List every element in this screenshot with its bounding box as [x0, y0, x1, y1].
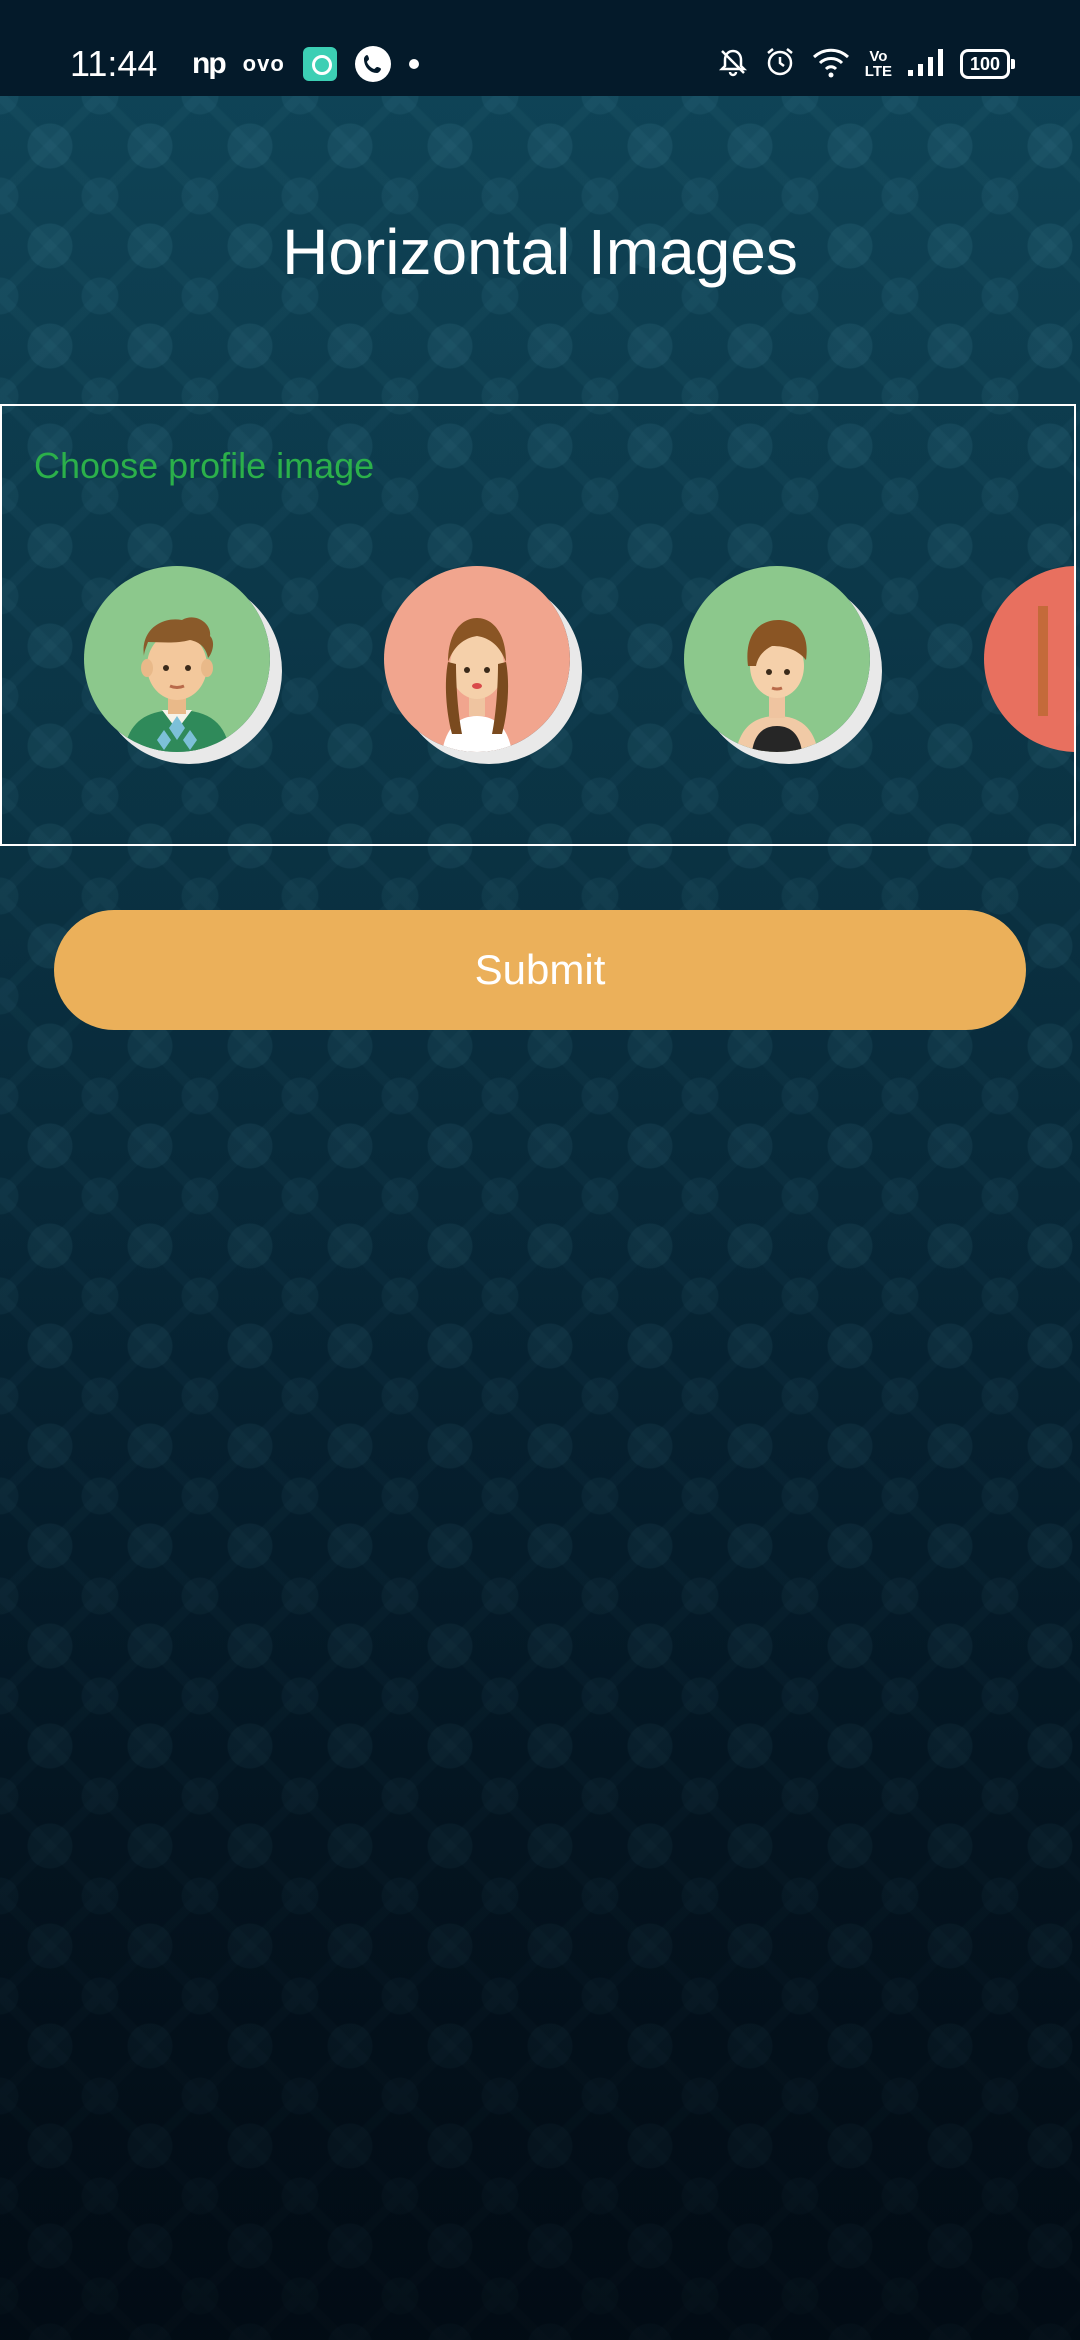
battery-icon: 100	[960, 49, 1015, 79]
silent-bell-icon	[717, 46, 749, 83]
avatar-man-sweater[interactable]	[84, 566, 270, 752]
avatar-woman-shorthair[interactable]	[684, 566, 870, 752]
volte-icon: Vo LTE	[864, 48, 892, 80]
status-time: 11:44	[70, 43, 158, 84]
np-icon: np	[192, 47, 227, 80]
avatar-partial[interactable]	[984, 566, 1074, 752]
status-system-icons: Vo LTE 100	[717, 44, 1015, 84]
status-notification-icons: np ovo	[192, 44, 419, 84]
avatar-woman-braids[interactable]	[384, 566, 570, 752]
phone-call-icon	[354, 46, 391, 82]
picker-label: Choose profile image	[34, 445, 375, 486]
ovo-icon: ovo	[242, 51, 285, 76]
notification-dot-icon	[408, 59, 419, 69]
signal-icon	[906, 46, 946, 83]
alarm-icon	[763, 45, 797, 84]
profile-image-picker[interactable]: Choose profile image	[0, 404, 1076, 846]
wifi-icon	[811, 45, 851, 84]
page-title: Horizontal Images	[282, 216, 798, 288]
chat-app-icon	[302, 47, 337, 81]
submit-button[interactable]: Submit	[54, 910, 1026, 1030]
status-bar: 11:44 np ovo Vo LTE 100	[0, 0, 1080, 96]
